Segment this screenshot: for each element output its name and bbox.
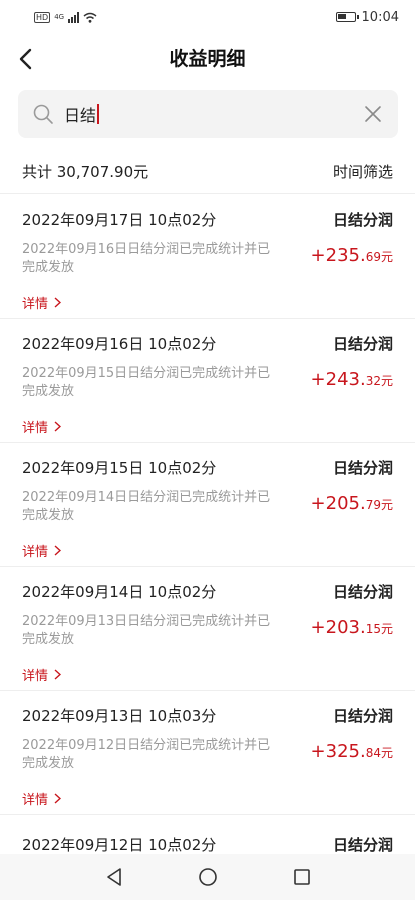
detail-label: 详情 [22,545,49,560]
record-description: 2022年09月16日日结分润已完成统计并已完成发放 [22,242,271,275]
wifi-icon [83,12,97,23]
search-input-text: 日结 [64,106,97,125]
detail-link[interactable]: 详情 [22,665,62,684]
detail-label: 详情 [22,793,49,808]
detail-link[interactable]: 详情 [22,293,62,312]
amount-integer: +325. [310,741,366,762]
list-item[interactable]: 2022年09月16日 10点02分 日结分润 2022年09月15日日结分润已… [0,319,415,443]
status-time: 10:04 [361,9,399,25]
text-cursor [97,104,100,124]
record-amount: +203.15元 [311,617,393,638]
triangle-back-icon [106,868,121,886]
record-description: 2022年09月13日日结分润已完成统计并已完成发放 [22,614,271,647]
record-datetime: 2022年09月14日 10点02分 [22,583,217,601]
record-datetime: 2022年09月13日 10点03分 [22,707,217,725]
record-datetime: 2022年09月15日 10点02分 [22,459,217,477]
status-right: 10:04 [335,9,399,25]
record-amount: +243.32元 [311,369,393,390]
search-box[interactable]: 日结 [18,90,398,138]
back-button[interactable] [8,42,42,76]
list-item[interactable]: 2022年09月15日 10点02分 日结分润 2022年09月14日日结分润已… [0,443,415,567]
record-type: 日结分润 [332,836,393,854]
search-input[interactable]: 日结 [64,102,358,126]
search-icon [30,101,56,127]
total-amount: 共计 30,707.90元 [22,163,149,181]
record-type: 日结分润 [332,707,393,725]
summary-bar: 共计 30,707.90元 时间筛选 [0,150,415,194]
record-description: 2022年09月14日日结分润已完成统计并已完成发放 [22,490,271,523]
hd-badge: HD [34,11,51,23]
list-item[interactable]: 2022年09月12日 10点02分 日结分润 [0,820,415,856]
network-type: 4G [54,13,65,21]
nav-back-button[interactable] [99,862,129,892]
circle-home-icon [198,868,217,886]
detail-link[interactable]: 详情 [22,789,62,808]
system-nav-bar [0,854,415,900]
amount-decimal: 69元 [365,250,393,264]
record-description: 2022年09月12日日结分润已完成统计并已完成发放 [22,738,271,771]
chevron-right-icon [54,793,62,804]
square-recents-icon [293,869,310,885]
amount-integer: +243. [310,369,366,390]
amount-decimal: 15元 [365,622,393,636]
chevron-right-icon [54,297,62,308]
close-icon [365,106,381,122]
battery-icon [335,12,359,22]
record-datetime: 2022年09月17日 10点02分 [22,211,217,229]
record-amount: +325.84元 [311,741,393,762]
list-item[interactable]: 2022年09月14日 10点02分 日结分润 2022年09月13日日结分润已… [0,567,415,691]
detail-link[interactable]: 详情 [22,541,62,560]
chevron-left-icon [19,48,32,70]
record-datetime: 2022年09月16日 10点02分 [22,335,217,353]
amount-integer: +235. [310,245,366,266]
list-item[interactable]: 2022年09月17日 10点02分 日结分润 2022年09月16日日结分润已… [0,195,415,319]
record-amount: +235.69元 [311,245,393,266]
detail-label: 详情 [22,297,49,312]
record-datetime: 2022年09月12日 10点02分 [22,836,217,854]
signal-icon [68,11,80,23]
record-type: 日结分润 [332,211,393,229]
chevron-right-icon [54,545,62,556]
status-left: HD 4G [34,11,97,23]
record-type: 日结分润 [332,459,393,477]
chevron-right-icon [54,421,62,432]
nav-home-button[interactable] [193,862,223,892]
record-type: 日结分润 [332,583,393,601]
time-filter-button[interactable]: 时间筛选 [333,161,393,182]
amount-integer: +205. [310,493,366,514]
amount-decimal: 84元 [365,746,393,760]
status-bar: HD 4G 10:04 [0,0,415,34]
top-nav-bar: 收益明细 [0,36,415,82]
amount-decimal: 79元 [365,498,393,512]
detail-label: 详情 [22,669,49,684]
earnings-list: 2022年09月17日 10点02分 日结分润 2022年09月16日日结分润已… [0,195,415,815]
nav-recents-button[interactable] [287,862,317,892]
page-title: 收益明细 [169,48,246,70]
amount-integer: +203. [310,617,366,638]
amount-decimal: 32元 [365,374,393,388]
record-amount: +205.79元 [311,493,393,514]
detail-link[interactable]: 详情 [22,417,62,436]
chevron-right-icon [54,669,62,680]
record-type: 日结分润 [332,335,393,353]
list-item[interactable]: 2022年09月13日 10点03分 日结分润 2022年09月12日日结分润已… [0,691,415,815]
record-description: 2022年09月15日日结分润已完成统计并已完成发放 [22,366,271,399]
detail-label: 详情 [22,421,49,436]
clear-search-button[interactable] [358,99,388,129]
